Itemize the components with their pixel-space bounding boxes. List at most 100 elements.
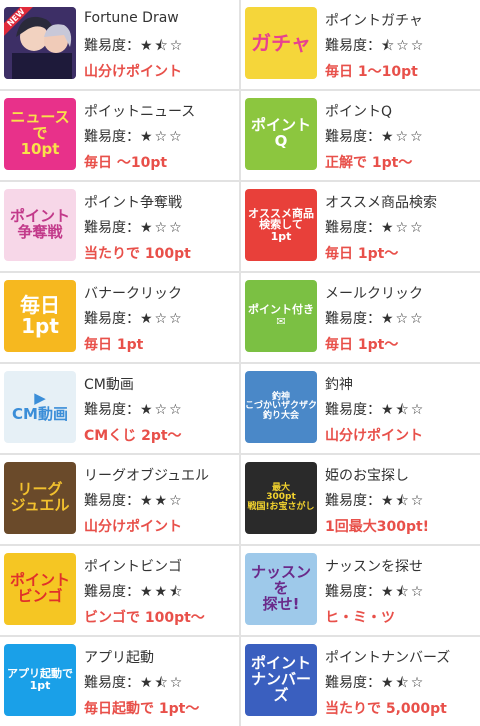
difficulty: 難易度：★☆☆ <box>84 126 184 146</box>
icon-label: ガチャ <box>251 30 311 55</box>
list-item[interactable]: ▶ CM動画 CM動画 難易度：★☆☆ CMくじ 2pt〜 <box>0 364 239 453</box>
star-rating: ★⯪☆ <box>381 402 426 418</box>
list-item[interactable]: ポイント 争奪戦 ポイント争奪戦 難易度：★☆☆ 当たりで 100pt <box>0 182 239 271</box>
list-item[interactable]: ポイント ナンバーズ ポイントナンバーズ 難易度：★⯪☆ 当たりで 5,000pt <box>241 637 480 726</box>
difficulty-label: 難易度： <box>325 129 381 145</box>
icon-label: ナッスンを 探せ! <box>250 563 311 613</box>
reward-text: 毎日起動で 1pt〜 <box>84 701 200 717</box>
star-rating: ★⯪☆ <box>381 493 426 509</box>
app-icon: ナッスンを 探せ! <box>245 553 317 625</box>
star-rating: ★☆☆ <box>140 220 184 236</box>
list-item[interactable]: 最大 300pt 戦国!お宝さがし 姫のお宝探し 難易度：★⯪☆ 1回最大300pt! <box>241 455 480 544</box>
difficulty-label: 難易度： <box>325 675 381 691</box>
item-name: メールクリック <box>325 286 423 302</box>
app-icon: オススメ商品 検索して 1pt <box>245 189 317 261</box>
item-name: Fortune Draw <box>84 10 179 26</box>
reward-text: 毎日 1pt〜 <box>325 337 399 353</box>
reward-text: 山分けポイント <box>84 519 182 535</box>
list-item[interactable]: オススメ商品 検索して 1pt オススメ商品検索 難易度：★☆☆ 毎日 1pt〜 <box>241 182 480 271</box>
star-rating: ★☆☆ <box>140 129 184 145</box>
app-icon: ポイント ナンバーズ <box>245 644 317 716</box>
icon-label: アプリ起動で 1pt <box>7 667 73 692</box>
item-name: アプリ起動 <box>84 650 154 666</box>
difficulty-label: 難易度： <box>325 402 381 418</box>
list-item[interactable]: 釣神 こづかいザクザク 釣り大会 釣神難易度：★⯪☆ 山分けポイント <box>241 364 480 453</box>
icon-label: リーグ ジュエル <box>10 480 70 514</box>
difficulty-label: 難易度： <box>84 402 140 418</box>
item-name: ポイントガチャ <box>325 13 423 29</box>
difficulty-label: 難易度： <box>84 675 140 691</box>
difficulty: 難易度：★☆☆ <box>84 308 184 328</box>
star-rating: ★☆☆ <box>381 129 425 145</box>
difficulty: 難易度：★★☆ <box>84 490 184 510</box>
item-name: オススメ商品検索 <box>325 195 437 211</box>
item-name: ポイントQ <box>325 104 393 120</box>
star-rating: ★⯪☆ <box>381 584 426 600</box>
app-icon: ポイント Q <box>245 98 317 170</box>
star-rating: ★☆☆ <box>381 220 425 236</box>
item-name: CM動画 <box>84 377 134 393</box>
star-rating: ★★⯪ <box>140 584 185 600</box>
list-item[interactable]: ナッスンを 探せ! ナッスンを探せ難易度：★⯪☆ ヒ・ミ・ツ <box>241 546 480 635</box>
app-icon: NEW <box>4 7 76 79</box>
list-item[interactable]: NEW Fortune Draw 難易度：★⯪☆ 山分けポイント <box>0 0 239 89</box>
difficulty: 難易度：⯪☆☆ <box>325 35 425 59</box>
list-item[interactable]: ニュースで 10pt ポイットニュース 難易度：★☆☆ 毎日 〜10pt <box>0 91 239 180</box>
list-item[interactable]: ガチャ ポイントガチャ 難易度：⯪☆☆ 毎日 1〜10pt <box>241 0 480 89</box>
reward-text: 当たりで 100pt <box>84 246 191 262</box>
app-icon: ▶ CM動画 <box>4 371 76 443</box>
icon-label: 最大 300pt 戦国!お宝さがし <box>247 482 315 512</box>
star-rating: ★★☆ <box>140 493 184 509</box>
list-item[interactable]: アプリ起動で 1pt アプリ起動難易度：★⯪☆ 毎日起動で 1pt〜 <box>0 637 239 726</box>
icon-label: 釣神 こづかいザクザク 釣り大会 <box>245 391 317 421</box>
app-icon: ガチャ <box>245 7 317 79</box>
difficulty: 難易度：★☆☆ <box>325 308 425 328</box>
list-item[interactable]: 毎日 1pt バナークリック難易度：★☆☆ 毎日 1pt <box>0 273 239 362</box>
reward-text: 毎日 1pt <box>84 337 144 353</box>
icon-label: ポイント 争奪戦 <box>9 207 70 241</box>
app-icon: アプリ起動で 1pt <box>4 644 76 716</box>
item-name: 釣神 <box>325 377 353 393</box>
item-name: リーグオブジュエル <box>84 468 210 484</box>
list-item[interactable]: ポイント Q ポイントQ 難易度：★☆☆ 正解で 1pt〜 <box>241 91 480 180</box>
difficulty-label: 難易度： <box>325 220 381 236</box>
difficulty: 難易度：★★⯪ <box>84 581 184 605</box>
difficulty: 難易度：★☆☆ <box>84 399 184 419</box>
star-rating: ★⯪☆ <box>140 675 185 691</box>
list-item[interactable]: ポイント付き ✉ メールクリック 難易度：★☆☆ 毎日 1pt〜 <box>241 273 480 362</box>
difficulty-label: 難易度： <box>325 493 381 509</box>
app-icon: 毎日 1pt <box>4 280 76 352</box>
item-name: ポイントナンバーズ <box>325 650 451 666</box>
difficulty: 難易度：★☆☆ <box>84 217 184 237</box>
app-icon: リーグ ジュエル <box>4 462 76 534</box>
reward-text: 当たりで 5,000pt <box>325 701 447 717</box>
star-rating: ⯪☆☆ <box>381 38 426 54</box>
difficulty-label: 難易度： <box>325 311 381 327</box>
list-item[interactable]: リーグ ジュエル リーグオブジュエル 難易度：★★☆ 山分けポイント <box>0 455 239 544</box>
difficulty-label: 難易度： <box>84 493 140 509</box>
difficulty: 難易度：★⯪☆ <box>325 672 425 696</box>
item-name: ポイント争奪戦 <box>84 195 182 211</box>
reward-text: 山分けポイント <box>325 428 423 444</box>
icon-label: オススメ商品 検索して 1pt <box>248 206 314 243</box>
difficulty-label: 難易度： <box>325 38 381 54</box>
icon-label: 毎日 1pt <box>20 293 60 338</box>
icon-label: ポイント付き ✉ <box>248 303 314 328</box>
reward-text: ビンゴで 100pt〜 <box>84 610 205 626</box>
item-name: ナッスンを探せ <box>325 559 423 575</box>
difficulty: 難易度：★⯪☆ <box>325 581 425 605</box>
reward-text: ヒ・ミ・ツ <box>325 610 395 626</box>
icon-label: ポイント Q <box>250 116 311 150</box>
list-item[interactable]: ポイント ビンゴ ポイントビンゴ 難易度：★★⯪ ビンゴで 100pt〜 <box>0 546 239 635</box>
difficulty: 難易度：★⯪☆ <box>84 672 184 696</box>
difficulty-label: 難易度： <box>84 311 140 327</box>
difficulty-label: 難易度： <box>84 220 140 236</box>
app-icon: ポイント付き ✉ <box>245 280 317 352</box>
difficulty-label: 難易度： <box>84 129 140 145</box>
icon-label: ▶ CM動画 <box>12 389 68 423</box>
app-icon: 最大 300pt 戦国!お宝さがし <box>245 462 317 534</box>
star-rating: ★☆☆ <box>381 311 425 327</box>
item-name: バナークリック <box>84 286 182 302</box>
app-icon: ニュースで 10pt <box>4 98 76 170</box>
star-rating: ★⯪☆ <box>381 675 426 691</box>
